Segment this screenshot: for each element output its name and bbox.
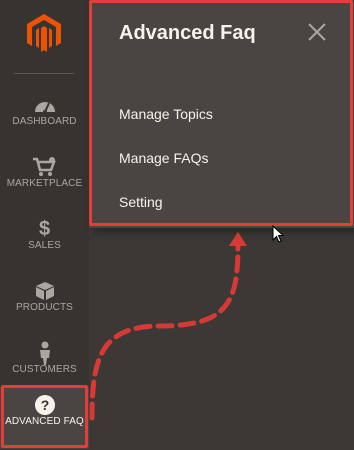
mouse-cursor-icon	[272, 225, 285, 243]
annotation-arrow	[89, 232, 247, 421]
